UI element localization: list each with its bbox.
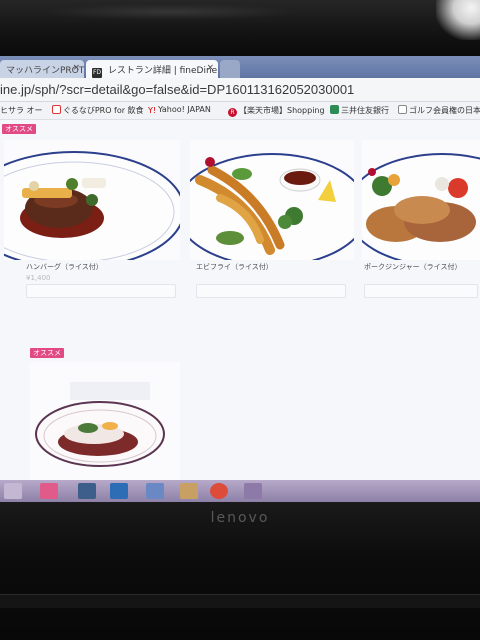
add-to-list-button[interactable] [26,284,176,298]
bookmarks-bar: ヒサラ オー ぐるなびPRO for 飲食 Y! Yahoo! JAPAN R 【楽… [0,102,480,120]
item-name: ポークジンジャー（ライス付） [364,263,462,271]
item-name: エビフライ（ライス付） [196,263,273,271]
new-tab-button[interactable] [220,60,240,78]
brand-logo: lenovo [210,510,270,526]
item-name: ハンバーグ（ライス付） [26,263,103,271]
screen-glare [40,4,300,20]
page-content: オススメ ハンバーグ（ライス付） ¥1,400 エビフライ（ライス付） ポークジ… [0,120,480,480]
food-photo-fried-shrimp [190,140,354,260]
finedine-favicon-icon: FD [92,68,102,78]
recommend-badge: オススメ [30,348,64,358]
light-reflection [436,0,480,40]
browser-tab-strip: マッハラインPROTO × FD レストラン詳細 | fineDine × [0,56,480,78]
yahoo-icon: Y! [148,106,157,115]
start-button-icon[interactable] [4,483,22,499]
address-bar[interactable]: ine.jp/sph/?scr=detail&go=false&id=DP160… [0,78,480,102]
add-to-list-button[interactable] [196,284,346,298]
tab-inactive[interactable]: マッハラインPROTO × [0,60,84,78]
gurunavi-icon [52,105,61,114]
food-photo-hamburg [4,140,180,260]
close-tab-icon[interactable]: × [72,63,80,73]
url-text: ine.jp/sph/?scr=detail&go=false&id=DP160… [0,82,355,97]
bookmark-item[interactable]: ぐるなびPRO for 飲食 [52,105,144,116]
folder-icon[interactable] [180,483,198,499]
bank-icon [330,105,339,114]
food-photo-pork-ginger [362,140,480,260]
item-price: ¥1,400 [26,274,51,282]
laptop-bezel-bottom: lenovo [0,502,480,640]
bookmark-item[interactable]: ヒサラ オー [0,105,43,116]
menu-card[interactable]: ポークジンジャー（ライス付） [362,140,480,340]
menu-card[interactable]: エビフライ（ライス付） [190,140,358,340]
tab-active[interactable]: FD レストラン詳細 | fineDine × [86,60,218,78]
rakuten-icon: R [228,108,237,117]
laptop-bezel-top [0,0,480,58]
menu-card[interactable]: ハンバーグ（ライス付） ¥1,400 [4,140,184,340]
app-icon[interactable] [244,483,262,499]
app-icon[interactable] [110,483,128,499]
app-icon[interactable] [40,483,58,499]
os-taskbar [0,480,480,502]
laptop-screen: マッハラインPROTO × FD レストラン詳細 | fineDine × in… [0,56,480,502]
app-icon[interactable] [146,483,164,499]
laptop-hinge [0,594,480,608]
close-tab-icon[interactable]: × [206,63,214,73]
chrome-icon[interactable] [210,483,228,499]
menu-card[interactable] [30,362,180,480]
bookmark-item[interactable]: 三井住友銀行 [330,105,389,116]
add-to-list-button[interactable] [364,284,478,298]
bookmark-item[interactable]: Y! Yahoo! JAPAN [148,105,211,115]
bookmark-item[interactable]: ゴルフ会員権の日本 [398,105,480,116]
explorer-icon[interactable] [78,483,96,499]
recommend-badge: オススメ [2,124,36,134]
page-icon [398,105,407,114]
food-photo-fish [30,362,180,480]
bookmark-item[interactable]: R 【楽天市場】Shopping [228,105,325,117]
tab-label: レストラン詳細 | fineDine [107,66,218,76]
